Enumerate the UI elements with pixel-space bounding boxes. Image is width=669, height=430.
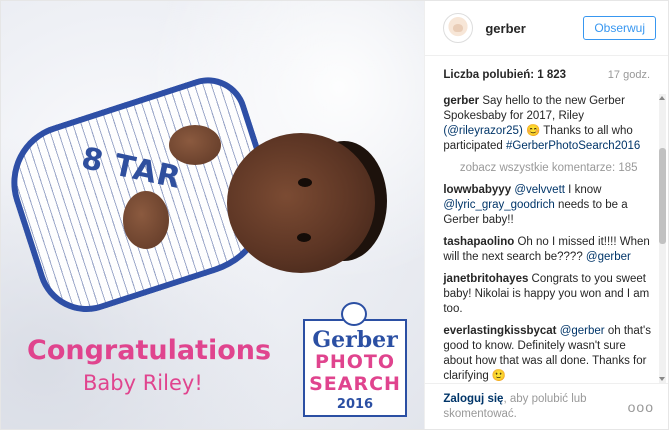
baby-name-text: Baby Riley! <box>83 371 203 395</box>
follow-button[interactable]: Obserwuj <box>583 16 656 40</box>
comment-item: everlastingkissbycat @gerber oh that's g… <box>443 324 654 383</box>
post-frame: 8 TAR Congratulations Baby Riley! Gerber… <box>0 0 669 430</box>
username[interactable]: gerber <box>485 21 583 36</box>
logo-line2: SEARCH <box>309 373 401 395</box>
caption-hashtag[interactable]: #GerberPhotoSearch2016 <box>506 140 640 152</box>
comment-mention[interactable]: @lyric_gray_goodrich <box>443 199 554 211</box>
comment-item: janetbritohayes Congrats to you sweet ba… <box>443 272 654 317</box>
comment-mention[interactable]: @gerber <box>560 325 605 337</box>
login-prompt: Zaloguj się, aby polubić lub skomentować… <box>443 392 627 422</box>
post-time[interactable]: 17 godz. <box>608 69 650 81</box>
logo-line1: PHOTO <box>314 351 396 373</box>
baby-hand-lower <box>123 191 169 249</box>
comment-username[interactable]: tashapaolino <box>443 236 514 248</box>
comment-item: tashapaolino Oh no I missed it!!!! When … <box>443 235 654 265</box>
login-link[interactable]: Zaloguj się <box>443 393 503 405</box>
avatar[interactable] <box>443 13 474 43</box>
baby-eye-left <box>298 178 312 187</box>
comment-username[interactable]: lowwbabyyy <box>443 184 511 196</box>
logo-brand: Gerber <box>312 327 398 353</box>
baby-eye-right <box>297 233 311 242</box>
comment-mention[interactable]: @velvvett <box>514 184 565 196</box>
scrollbar-thumb[interactable] <box>659 148 666 244</box>
comments-list[interactable]: gerber Say hello to the new Gerber Spoke… <box>425 94 668 383</box>
post-photo[interactable]: 8 TAR Congratulations Baby Riley! Gerber… <box>1 1 425 429</box>
comment-text: I know <box>564 184 602 196</box>
photo-search-logo: Gerber PHOTO SEARCH 2016 <box>303 319 407 417</box>
more-options-icon[interactable]: ooo <box>628 399 654 415</box>
post-sidebar: gerber Obserwuj Liczba polubień: 1 823 1… <box>424 1 668 429</box>
baby-hand-upper <box>169 125 221 165</box>
caption-mention[interactable]: (@rileyrazor25) <box>443 125 522 137</box>
comment-mention[interactable]: @gerber <box>586 251 631 263</box>
comment-item: lowwbabyyy @velvvett I know @lyric_gray_… <box>443 183 654 228</box>
baby-head <box>227 133 375 273</box>
post-footer: Zaloguj się, aby polubić lub skomentować… <box>425 383 668 429</box>
likes-count[interactable]: Liczba polubień: 1 823 <box>443 69 566 81</box>
logo-year: 2016 <box>336 397 374 412</box>
scroll-up-arrow-icon[interactable] <box>659 96 665 100</box>
likes-row: Liczba polubień: 1 823 17 godz. <box>425 56 668 94</box>
comment-username[interactable]: everlastingkissbycat <box>443 325 556 337</box>
comment-container: lowwbabyyy @velvvett I know @lyric_gray_… <box>443 183 654 383</box>
comment-username[interactable]: janetbritohayes <box>443 273 528 285</box>
congratulations-text: Congratulations <box>27 335 272 366</box>
gerber-baby-logo-icon <box>341 302 367 326</box>
scroll-down-arrow-icon[interactable] <box>659 377 665 381</box>
caption-username[interactable]: gerber <box>443 95 479 107</box>
post-header: gerber Obserwuj <box>425 1 668 56</box>
view-all-comments-link[interactable]: zobacz wszystkie komentarze: 185 <box>443 161 654 176</box>
post-caption: gerber Say hello to the new Gerber Spoke… <box>443 94 654 154</box>
